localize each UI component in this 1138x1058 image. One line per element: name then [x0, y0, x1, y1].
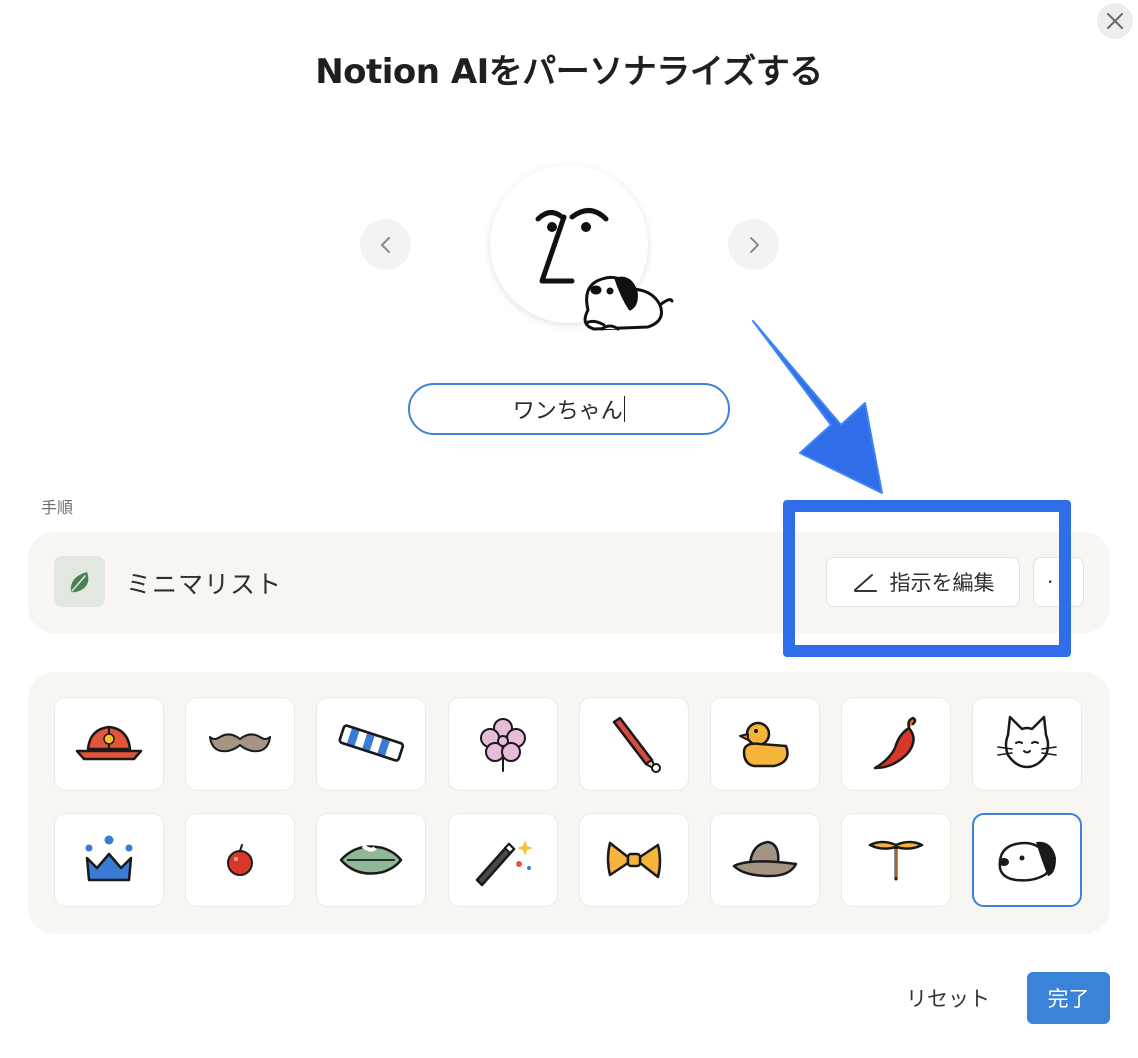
propeller-icon: [868, 840, 924, 881]
pencil-icon: [612, 716, 661, 773]
ai-name-value: ワンちゃん: [512, 399, 623, 424]
accessory-bow-tie[interactable]: [579, 813, 689, 907]
line-art-face-icon: [535, 208, 609, 284]
flower-icon: [480, 718, 526, 772]
accessory-flower[interactable]: [448, 697, 558, 791]
leaf-icon: [70, 571, 88, 592]
done-button[interactable]: 完了: [1027, 972, 1110, 1024]
apple-icon: [227, 844, 253, 876]
previous-face-button[interactable]: [360, 219, 411, 270]
reset-button[interactable]: リセット: [906, 983, 990, 1013]
chevron-left-icon: [380, 236, 390, 253]
accessory-dog-selected[interactable]: [972, 813, 1082, 907]
mustache-icon: [209, 733, 271, 753]
crown-icon: [85, 835, 133, 882]
accessory-hard-hat[interactable]: [54, 697, 164, 791]
leaf-icon: [339, 844, 403, 875]
chili-pepper-icon: [873, 716, 917, 770]
accessory-mustache[interactable]: [185, 697, 295, 791]
accessory-crown[interactable]: [54, 813, 164, 907]
bow-tie-icon: [606, 841, 662, 879]
accessory-striped-scarf[interactable]: [316, 697, 426, 791]
accessory-magic-wand[interactable]: [448, 813, 558, 907]
accessory-chili-pepper[interactable]: [841, 697, 951, 791]
accessory-cat[interactable]: [972, 697, 1082, 791]
accessory-rubber-duck[interactable]: [710, 697, 820, 791]
accessory-apple[interactable]: [185, 813, 295, 907]
cat-icon: [997, 715, 1057, 769]
instructions-section-label: 手順: [41, 498, 74, 517]
preset-icon-tile: [54, 556, 105, 607]
accessory-pencil[interactable]: [579, 697, 689, 791]
page-title: Notion AIをパーソナライズする: [315, 52, 823, 92]
personalize-dialog: Notion AIをパーソナライズする ワンちゃん 手順 ミニマリスト 指示を編…: [0, 0, 1138, 1058]
chevron-right-icon: [749, 236, 759, 253]
next-face-button[interactable]: [728, 219, 779, 270]
close-button[interactable]: [1097, 3, 1133, 39]
ai-name-input[interactable]: ワンちゃん: [408, 383, 730, 435]
hard-hat-icon: [75, 725, 143, 761]
accessory-leaf[interactable]: [316, 813, 426, 907]
text-caret: [623, 396, 626, 422]
close-icon: [1107, 13, 1123, 29]
annotation-arrow: [752, 320, 883, 494]
accessory-propeller[interactable]: [841, 813, 951, 907]
dog-icon: [998, 841, 1056, 882]
avatar-face-with-dog: [535, 208, 674, 331]
accessory-hat[interactable]: [710, 813, 820, 907]
dog-icon: [583, 275, 674, 331]
magic-wand-icon: [475, 840, 533, 887]
annotation-highlight-box: [783, 500, 1071, 657]
striped-scarf-icon: [338, 724, 405, 762]
rubber-duck-icon: [739, 721, 789, 768]
hat-icon: [732, 840, 798, 878]
preset-name: ミニマリスト: [126, 570, 283, 599]
